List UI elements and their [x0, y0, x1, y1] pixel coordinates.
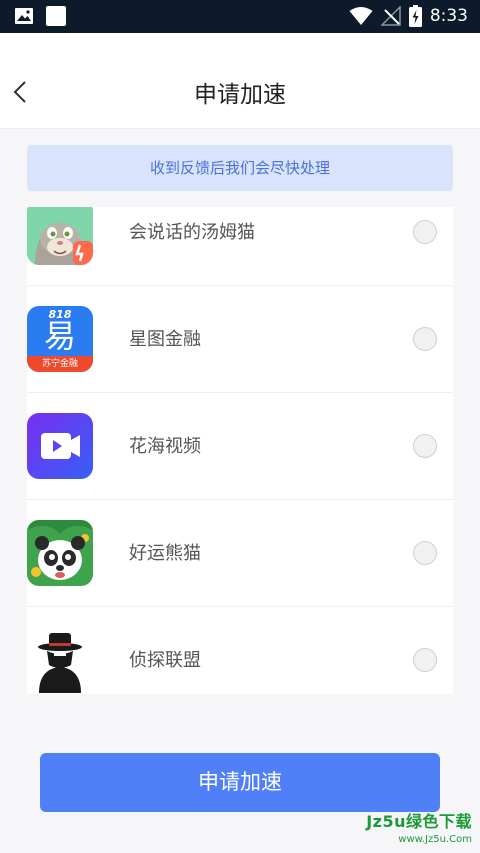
image-notification-icon — [15, 8, 33, 24]
select-radio[interactable] — [413, 434, 437, 458]
request-acceleration-button[interactable]: 申请加速 — [40, 753, 440, 812]
list-item-lucky-panda[interactable]: 好运熊猫 — [27, 500, 453, 607]
status-time: 8:33 — [429, 6, 468, 26]
app-name: 侦探联盟 — [129, 650, 201, 671]
list-item-tom-cat[interactable]: 会说话的汤姆猫 — [27, 207, 453, 286]
status-icons: 8:33 — [349, 5, 468, 27]
xingtu-finance-app-icon: 818 易 苏宁金融 — [27, 306, 93, 372]
icon-text-main: 易 — [43, 317, 76, 355]
app-name: 花海视频 — [129, 436, 201, 457]
detective-league-app-icon — [27, 627, 93, 693]
list-item-detective-league[interactable]: 侦探联盟 — [27, 607, 453, 694]
huahai-video-app-icon — [27, 413, 93, 479]
no-signal-icon — [380, 6, 401, 26]
status-bar: 8:33 — [0, 0, 480, 33]
page-header: 申请加速 — [0, 33, 480, 129]
select-radio[interactable] — [413, 220, 437, 244]
app-name: 星图金融 — [129, 329, 201, 350]
app-name: 会说话的汤姆猫 — [129, 222, 255, 243]
watermark: Jz5u绿色下载 www.Jz5u.Com — [366, 808, 472, 845]
wifi-icon — [349, 7, 373, 25]
list-item-huahai-video[interactable]: 花海视频 — [27, 393, 453, 500]
app-name: 好运熊猫 — [129, 543, 201, 564]
select-radio[interactable] — [413, 648, 437, 672]
app-list: 会说话的汤姆猫 818 易 苏宁金融 星图金融 花海视频 好运熊猫 侦探联盟 — [27, 207, 453, 694]
feedback-notice: 收到反馈后我们会尽快处理 — [27, 145, 453, 191]
app-notification-icon — [46, 6, 66, 26]
lucky-panda-app-icon — [27, 520, 93, 586]
select-radio[interactable] — [413, 327, 437, 351]
watermark-url: www.Jz5u.Com — [398, 834, 472, 845]
battery-charging-icon — [408, 5, 422, 27]
tom-cat-app-icon — [27, 207, 93, 265]
icon-text-bottom: 苏宁金融 — [27, 356, 93, 372]
list-item-xingtu-finance[interactable]: 818 易 苏宁金融 星图金融 — [27, 286, 453, 393]
select-radio[interactable] — [413, 541, 437, 565]
page-title: 申请加速 — [194, 82, 286, 108]
watermark-main: Jz5u绿色下载 — [366, 812, 472, 831]
